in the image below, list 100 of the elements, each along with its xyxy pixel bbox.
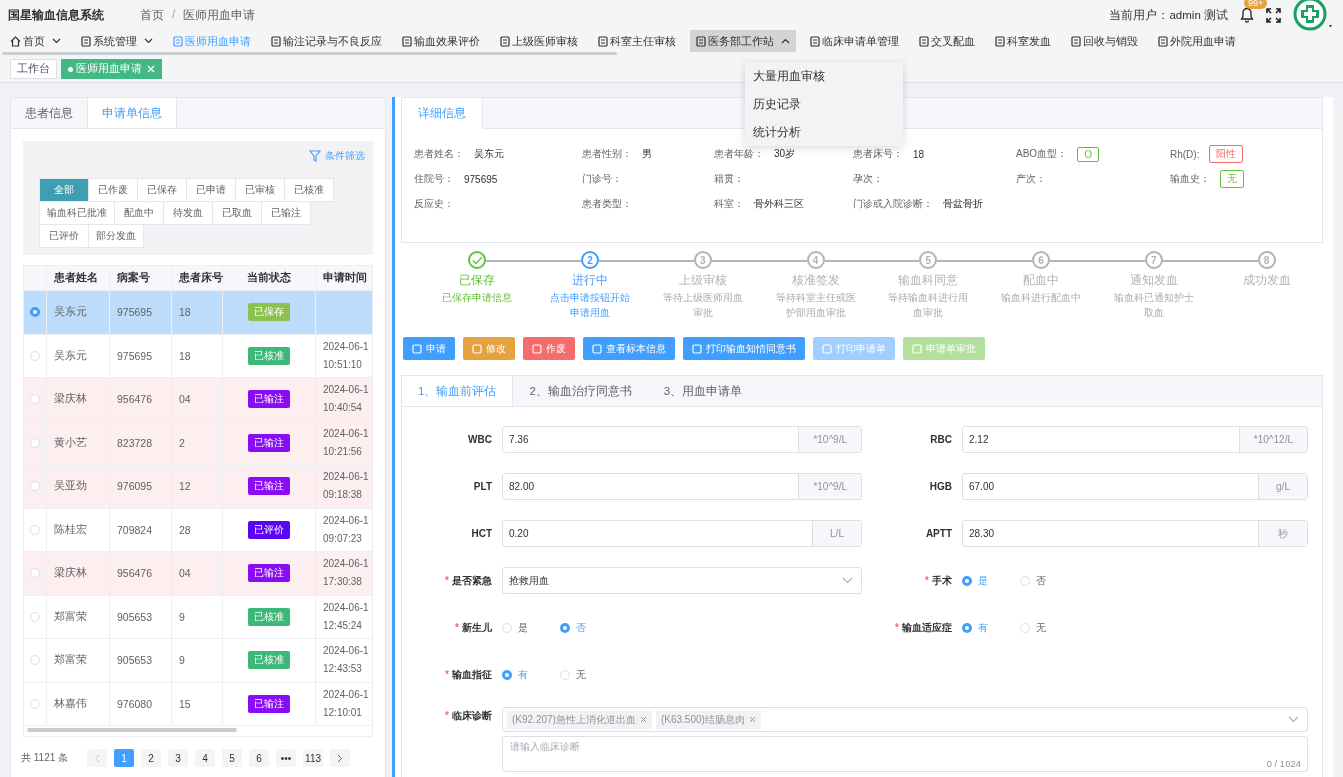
nav-menu-item[interactable]: 科室主任审核 [592,30,682,52]
nav-menu-item[interactable]: 交叉配血 [913,30,981,52]
page-button[interactable]: 113 [303,749,324,767]
input-field[interactable]: 0.20 L/L [502,520,862,547]
row-radio[interactable] [30,307,40,318]
document-icon [81,35,91,47]
current-user: 当前用户：admin 测试 [1109,7,1228,23]
input-field[interactable]: 2.12 *10^12/L [962,426,1308,453]
page-button[interactable]: 4 [195,749,216,767]
nav-menu-item[interactable]: 回收与销毁 [1065,30,1144,52]
table-row[interactable]: 梁庆林 956476 04 已输注 2024-06-1 10:40:54 [24,378,372,422]
status-filter-button[interactable]: 已核准 [284,178,334,202]
table-cell-text: 2024-06-1 17:30:38 [323,557,369,590]
step-indicator: 7 [1144,251,1163,269]
table-cell-text: 2024-06-1 12:10:01 [323,687,369,720]
close-icon[interactable] [748,716,756,723]
table-cell: 郑富荣 [47,639,110,682]
status-filter-button[interactable]: 输血科已批准 [39,201,115,225]
status-filter-button[interactable]: 已取血 [212,201,262,225]
prev-page-button[interactable] [87,749,108,767]
nav-menu-item[interactable]: 外院用血申请 [1152,30,1242,52]
table-cell: 975695 [110,291,172,334]
nav-menu-item[interactable]: 科室发血 [989,30,1057,52]
input-field[interactable]: 7.36 *10^9/L [502,426,862,453]
field-label: 反应史： [414,197,454,211]
form-tab[interactable]: 3、用血申请单 [647,376,759,406]
nav-menu-item[interactable]: 医务部工作站 [690,30,796,52]
radio-option[interactable]: 是 [502,620,528,635]
field-label: 孕次： [853,172,883,186]
status-filter-button[interactable]: 部分发血 [88,224,144,248]
radio-option[interactable]: 无 [1020,620,1046,635]
status-filter-button[interactable]: 已审核 [235,178,285,202]
table-row[interactable]: 梁庆林 956476 04 已输注 2024-06-1 17:30:38 [24,552,372,596]
table-cell: 黄小艺 [47,421,110,464]
table-row[interactable]: 黄小艺 823728 2 已输注 2024-06-1 10:21:56 [24,421,372,465]
nav-menu-item[interactable]: 上级医师审核 [494,30,584,52]
next-page-button[interactable] [330,749,351,767]
status-tag: 已评价 [248,520,290,539]
status-filter-button[interactable]: 已输注 [261,201,311,225]
form-label: HCT [471,528,492,539]
dropdown-item[interactable]: 大量用血审核 [745,62,903,90]
field-label: 患者类型： [582,197,632,211]
notification-bell-icon[interactable] [1240,7,1254,23]
close-icon[interactable] [639,716,647,723]
input-field[interactable]: 67.00 g/L [962,473,1308,500]
status-filter-button[interactable]: 已评价 [39,224,89,248]
table-cell: 975695 [110,334,172,377]
table-row[interactable]: 吴亚劲 976095 12 已输注 2024-06-1 09:18:38 [24,465,372,509]
status-filter-button[interactable]: 已保存 [137,178,187,202]
page-button[interactable]: 5 [222,749,243,767]
table-cell: 709824 [110,508,172,551]
status-filter-button[interactable]: 待发血 [163,201,213,225]
nav-menu-item[interactable]: 临床申请单管理 [804,30,905,52]
funnel-icon [309,150,321,162]
required-mark: * [445,574,449,586]
form-tab[interactable]: 2、输血治疗同意书 [513,376,648,406]
table-cell: 12 [172,465,223,508]
page-button[interactable]: 6 [249,749,270,767]
select-field[interactable]: 抢救用血 [502,567,862,594]
table-cell: 956476 [110,378,172,421]
hospital-logo-icon[interactable] [1293,0,1335,32]
page-tab[interactable]: 工作台 [10,59,57,79]
page-button[interactable]: 2 [141,749,162,767]
field-value: 吴东元 [474,147,504,161]
field-label: Rh(D): [1170,148,1200,160]
breadcrumb-link[interactable]: 医师用血申请 [183,6,256,24]
scrollbar-thumb[interactable] [2,52,617,55]
table-cell: 吴东元 [47,334,110,377]
table-row[interactable]: 郑富荣 905653 9 已核准 2024-06-1 12:43:53 [24,639,372,683]
breadcrumb-link[interactable]: 首页 [140,6,164,24]
document-icon [402,35,412,47]
table-cell: 9 [172,595,223,638]
square-icon [692,343,702,354]
document-icon [173,35,183,47]
page-button[interactable]: 3 [168,749,189,767]
fullscreen-icon[interactable] [1266,7,1281,23]
status-tag: 已核准 [248,346,290,365]
page-button[interactable]: ••• [276,749,297,767]
table-row[interactable]: 郑富荣 905653 9 已核准 2024-06-1 12:45:24 [24,595,372,639]
status-filter-button[interactable]: 配血中 [114,201,164,225]
nav-menu-item[interactable]: 输血效果评价 [396,30,486,52]
status-filter-button[interactable]: 已申请 [186,178,236,202]
dropdown-item[interactable]: 历史记录 [745,90,903,118]
nav-menu-item[interactable]: 系统管理 [75,30,159,52]
table-row[interactable]: 林嘉伟 976080 15 已输注 2024-06-1 12:10:01 [24,682,372,726]
required-mark: * [925,574,929,586]
dropdown-item[interactable]: 统计分析 [745,118,903,146]
step-title: 配血中 [1023,273,1060,288]
nav-menu-item[interactable]: 输注记录与不良反应 [265,30,388,52]
input-field[interactable]: 28.30 秒 [962,520,1308,547]
radio-option[interactable]: 无 [560,667,586,682]
nav-menu-item[interactable]: 首页 [4,30,67,52]
square-icon [592,343,602,354]
scrollbar-thumb[interactable] [27,728,237,732]
square-icon [472,343,482,354]
table-row[interactable]: 吴东元 975695 18 已保存 [24,291,372,335]
input-field[interactable]: 82.00 *10^9/L [502,473,862,500]
table-cell: 04 [172,378,223,421]
status-filter-button[interactable]: 已作废 [88,178,138,202]
radio-option[interactable]: 否 [1020,573,1046,588]
